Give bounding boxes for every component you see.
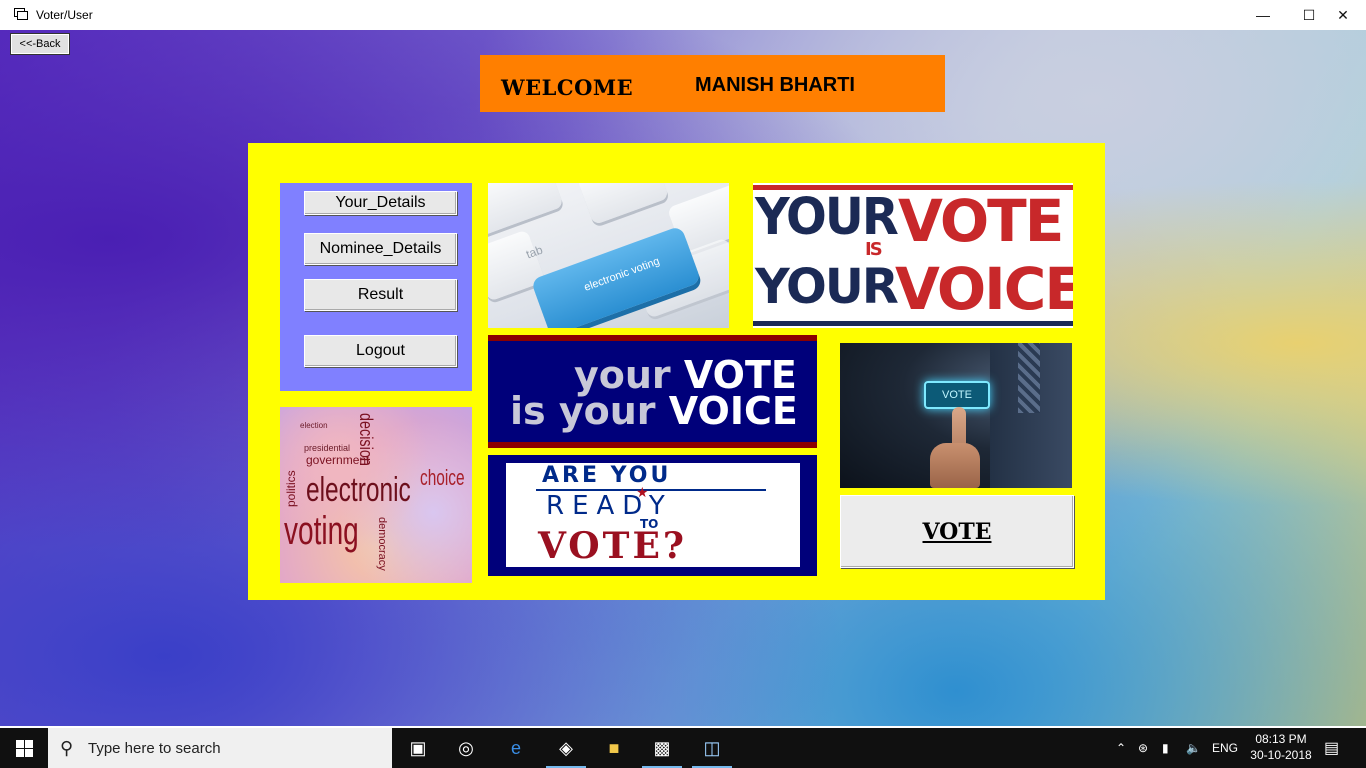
your-details-button[interactable]: Your_Details [304,191,457,215]
back-button[interactable]: <<-Back [10,33,70,55]
volume-icon: 🔈 [1186,741,1201,755]
are-you-ready-to-vote-image: ★ ARE YOU READY TO VOTE? [488,455,817,576]
yv-voice-text: VOICE [895,255,1073,323]
edge-button[interactable]: e [492,728,540,768]
window-title: Voter/User [36,8,93,22]
task-view-icon: ▣ [409,737,427,758]
clock-date: 30-10-2018 [1250,748,1312,762]
language-indicator[interactable]: ENG [1212,728,1238,768]
electronic-voting-key-label: electronic voting [582,255,662,294]
start-button[interactable] [0,728,48,768]
cloud-word-voting: voting [284,509,359,553]
taskbar-clock[interactable]: 08:13 PM 30-10-2018 [1250,731,1312,763]
electronic-voting-key: electronic voting [530,225,702,328]
welcome-label: WELCOME [501,75,634,100]
welcome-banner: WELCOME MANISH BHARTI [480,55,945,112]
chevron-up-icon: ⌃ [1116,741,1127,755]
logout-button[interactable]: Logout [304,335,457,367]
folder-icon: ■ [608,737,620,758]
nominee-details-button[interactable]: Nominee_Details [304,233,457,265]
notification-icon: ▤ [1324,740,1340,757]
cloud-word-electronic: electronic [306,471,411,509]
user-name-label: MANISH BHARTI [695,74,855,96]
windows-taskbar: ⚲ Type here to search ▣ ◎ e ◈ ■ ▩ ◫ ⌃ ⊛ … [0,728,1366,768]
close-icon: ✕ [1337,6,1349,23]
your-vote-your-voice-image: YOUR VOTE IS YOUR VOICE [753,183,1073,328]
running-app-button[interactable]: ◈ [542,728,590,768]
cloud-word-presidential: presidential [304,443,351,453]
yv-your2-text: YOUR [755,259,899,315]
menu-panel: Your_Details Nominee_Details Result Logo… [280,183,472,391]
task-view-button[interactable]: ▣ [394,728,442,768]
file-explorer-button[interactable]: ■ [590,728,638,768]
voter-user-form: <<-Back WELCOME MANISH BHARTI Your_Detai… [0,30,1366,726]
battery-tray[interactable]: ▮ [1162,728,1169,768]
electronic-voting-word-cloud-image: election presidential government politic… [280,407,472,583]
your-vote-banner-image: your VOTE is your VOICE [488,335,817,448]
cloud-word-politics: politics [284,470,298,507]
banner-line2-b: VOICE [668,389,798,433]
network-tray[interactable]: ⊛ [1138,728,1148,768]
result-button[interactable]: Result [304,279,457,311]
yv-is-text: IS [865,239,883,260]
yv-your-text: YOUR [755,187,899,247]
window-icon: ◫ [703,737,721,758]
cloud-word-decision: decision [356,413,376,466]
vote-button[interactable]: VOTE [840,495,1074,568]
action-center-button[interactable]: ▤ [1324,728,1339,768]
battery-icon: ▮ [1162,741,1169,755]
app-icon: ◈ [559,737,573,758]
electronic-voting-keyboard-image: tab electronic voting [488,183,729,328]
app-window-icon [14,8,28,20]
main-panel: Your_Details Nominee_Details Result Logo… [248,143,1105,600]
vote-chip: VOTE [924,381,990,409]
maximize-icon: ☐ [1302,6,1316,23]
window-titlebar: Voter/User — ☐ ✕ [0,0,1366,31]
yv-vote-text: VOTE [898,187,1064,255]
command-prompt-button[interactable]: ▩ [638,728,686,768]
wifi-icon: ⊛ [1138,741,1149,755]
cloud-word-democracy: democracy [376,517,388,571]
close-button[interactable]: ✕ [1320,0,1366,30]
vote-button-label: VOTE [922,518,992,545]
ready-line4: VOTE? [538,525,687,567]
minimize-icon: — [1256,7,1270,23]
tray-chevron[interactable]: ⌃ [1116,728,1126,768]
hand-vote-photo: VOTE [840,343,1072,488]
cortana-icon: ◎ [458,737,474,758]
cloud-word-choice: choice [420,465,465,490]
windows-logo-icon [15,739,33,757]
search-placeholder: Type here to search [88,740,221,757]
cloud-word-election: election [300,421,328,430]
terminal-icon: ▩ [653,737,671,758]
cortana-button[interactable]: ◎ [442,728,490,768]
ready-line1: ARE YOU [542,463,672,488]
minimize-button[interactable]: — [1240,0,1286,30]
banner-line2-a: is your [510,389,669,433]
volume-tray[interactable]: 🔈 [1186,728,1201,768]
search-icon: ⚲ [60,738,74,758]
voter-app-taskbar-button[interactable]: ◫ [688,728,736,768]
taskbar-search-box[interactable]: ⚲ Type here to search [48,728,392,768]
edge-icon: e [510,737,521,758]
clock-time: 08:13 PM [1255,732,1307,746]
